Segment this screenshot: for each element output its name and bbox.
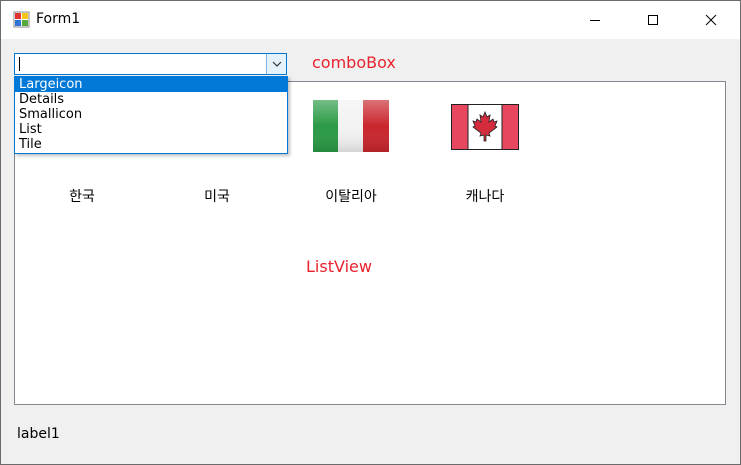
text-caret	[19, 57, 20, 71]
form-window: Form1 한국 미국 이탈리아 캐나다 ListView Largeicon …	[0, 0, 741, 465]
list-item-canada[interactable]: 캐나다	[435, 100, 535, 210]
combobox-dropdown-list: Largeicon Details Smallicon List Tile	[14, 76, 288, 154]
italy-flag-icon	[313, 100, 389, 156]
list-item-label: 이탈리아	[325, 189, 377, 205]
dropdown-option-tile[interactable]: Tile	[15, 137, 287, 152]
title-bar[interactable]: Form1	[1, 1, 740, 39]
list-item-label: 미국	[204, 189, 230, 205]
list-item-label: 한국	[69, 189, 95, 205]
canada-flag-icon	[451, 104, 519, 154]
dropdown-option-largeicon[interactable]: Largeicon	[15, 77, 287, 92]
dropdown-option-list[interactable]: List	[15, 122, 287, 137]
app-icon	[13, 11, 30, 28]
maximize-icon	[648, 15, 658, 25]
minimize-button[interactable]	[566, 1, 624, 39]
chevron-down-icon	[272, 61, 281, 67]
list-item-label: 캐나다	[465, 189, 505, 205]
close-button[interactable]	[682, 1, 740, 39]
combobox-dropdown-button[interactable]	[266, 54, 286, 74]
view-mode-combobox[interactable]	[14, 53, 287, 75]
maximize-button[interactable]	[624, 1, 682, 39]
status-label: label1	[17, 426, 60, 442]
list-item-italy[interactable]: 이탈리아	[301, 100, 401, 210]
dropdown-option-details[interactable]: Details	[15, 92, 287, 107]
close-icon	[705, 14, 717, 26]
form-client-area: 한국 미국 이탈리아 캐나다 ListView Largeicon Detail…	[1, 39, 740, 464]
dropdown-option-smallicon[interactable]: Smallicon	[15, 107, 287, 122]
window-title: Form1	[36, 11, 81, 27]
minimize-icon	[590, 20, 600, 21]
combobox-annotation: comboBox	[312, 53, 396, 72]
listview-annotation: ListView	[306, 257, 372, 276]
